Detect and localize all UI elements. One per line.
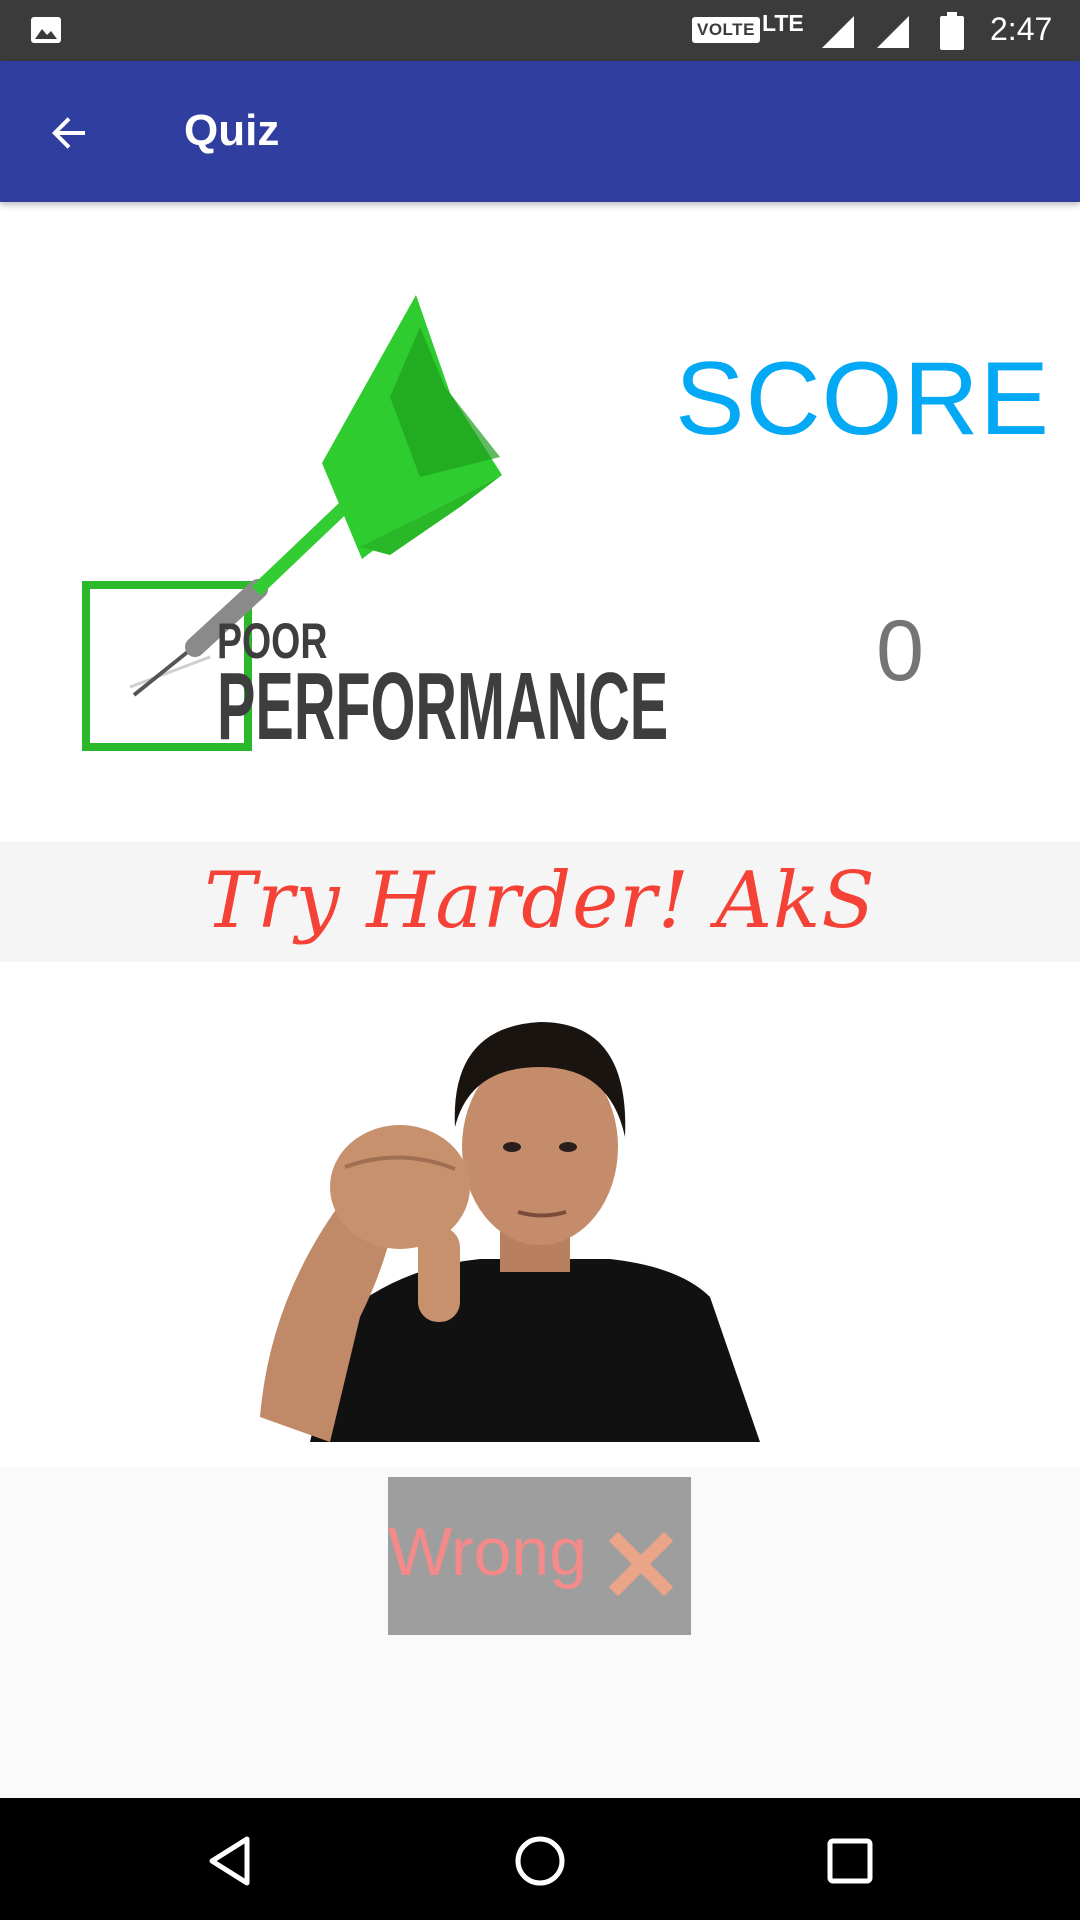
score-section: POOR PERFORMANCE SCORE 0 bbox=[0, 202, 1080, 842]
feedback-message: Try Harder! AkS bbox=[204, 856, 876, 946]
back-triangle-icon[interactable] bbox=[200, 1831, 260, 1891]
content: POOR PERFORMANCE SCORE 0 Try Harder! AkS bbox=[0, 202, 1080, 1798]
volte-badge: VOLTE bbox=[692, 17, 760, 43]
score-value: 0 bbox=[876, 603, 924, 699]
status-bar: VOLTE LTE 2:47 bbox=[0, 0, 1080, 61]
image-icon bbox=[31, 17, 61, 43]
network-type: LTE bbox=[762, 10, 804, 36]
thumbs-down-person-image bbox=[260, 1022, 760, 1442]
home-circle-icon[interactable] bbox=[510, 1831, 570, 1891]
signal-icon bbox=[877, 16, 909, 48]
arrow-back-icon[interactable] bbox=[45, 109, 93, 157]
cross-icon bbox=[608, 1531, 674, 1597]
wrong-label: Wrong bbox=[388, 1514, 588, 1590]
logo-text-performance: PERFORMANCE bbox=[217, 653, 669, 760]
score-label: SCORE bbox=[675, 341, 1050, 457]
message-band: Try Harder! AkS bbox=[0, 842, 1080, 962]
navigation-bar bbox=[0, 1798, 1080, 1920]
battery-icon bbox=[940, 12, 964, 50]
recents-square-icon[interactable] bbox=[820, 1831, 880, 1891]
app-bar: Quiz bbox=[0, 61, 1080, 202]
clock: 2:47 bbox=[990, 11, 1053, 47]
signal-icon bbox=[822, 16, 854, 48]
page-title: Quiz bbox=[184, 106, 280, 155]
photo-area bbox=[0, 962, 1080, 1467]
wrong-answer-button[interactable]: Wrong bbox=[388, 1477, 691, 1635]
